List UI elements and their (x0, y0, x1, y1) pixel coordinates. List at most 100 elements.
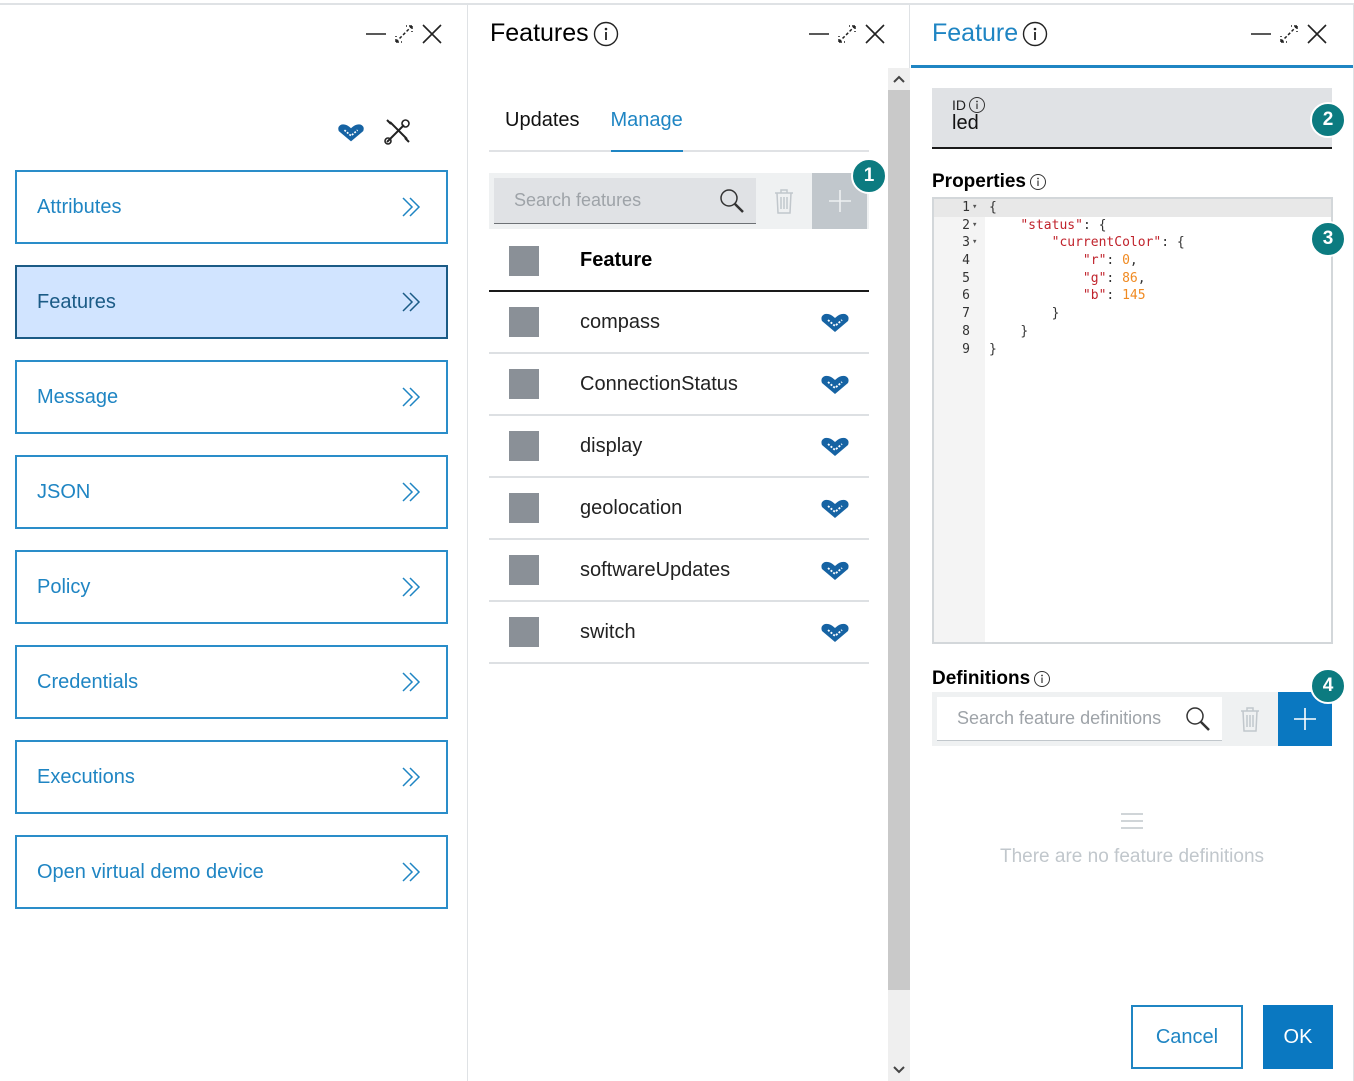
line-number: 8 (962, 323, 970, 339)
bosch-iot-logo-icon (819, 310, 851, 334)
code-text: "r": 0, (1082, 253, 1138, 269)
nav-item-credentials[interactable]: Credentials (15, 645, 448, 719)
fold-arrow-icon[interactable]: ▾ (972, 217, 977, 235)
info-icon[interactable] (1022, 21, 1048, 47)
step-badge: 2 (1310, 102, 1346, 138)
feature-name: compass (580, 310, 661, 333)
panel-title-text: Feature (932, 19, 1019, 47)
code-text: "b": 145 (1082, 288, 1146, 304)
row-checkbox[interactable] (509, 369, 539, 399)
close-icon[interactable] (420, 22, 444, 46)
features-scrollbar[interactable] (888, 68, 910, 1081)
line-number: 9 (962, 341, 970, 357)
delete-definition-button[interactable] (1222, 692, 1278, 746)
nav-item-json[interactable]: JSON (15, 455, 448, 529)
feature-name: ConnectionStatus (580, 372, 738, 395)
code-text: } (989, 341, 997, 357)
id-label-text: ID (952, 97, 966, 113)
row-checkbox[interactable] (509, 493, 539, 523)
table-row[interactable]: display (489, 416, 869, 478)
table-row[interactable]: geolocation (489, 478, 869, 540)
search-icon[interactable] (1184, 705, 1212, 733)
fold-arrow-icon[interactable]: ▾ (972, 234, 977, 252)
nav-item-message[interactable]: Message (15, 360, 448, 434)
editor-line: 7 } (934, 305, 1331, 323)
ok-button[interactable]: OK (1263, 1005, 1333, 1069)
close-icon[interactable] (863, 22, 887, 46)
panel-title-text: Features (490, 19, 589, 47)
line-number: 7 (962, 306, 970, 322)
feature-panel-title: Feature (932, 19, 1048, 48)
properties-json-editor[interactable]: 1 ▾{2 ▾ "status": {3 ▾ "currentColor": {4 "… (932, 197, 1333, 644)
line-number: 1 (962, 200, 970, 215)
line-number: 6 (962, 288, 970, 304)
table-row[interactable]: switch (489, 602, 869, 664)
table-header: Feature (489, 231, 869, 292)
double-chevron-right-icon (402, 387, 421, 407)
table-row[interactable]: ConnectionStatus (489, 354, 869, 416)
table-row[interactable]: compass (489, 292, 869, 354)
info-icon[interactable] (1029, 173, 1047, 191)
maximize-icon[interactable] (835, 22, 859, 46)
nav-item-open-virtual-demo-device[interactable]: Open virtual demo device (15, 835, 448, 909)
editor-line: 5 "g": 86, (934, 270, 1331, 288)
tab-updates[interactable]: Updates (489, 103, 580, 152)
feature-name: softwareUpdates (580, 558, 731, 581)
info-icon[interactable] (1033, 670, 1051, 688)
definitions-toolbar (932, 692, 1332, 746)
search-icon[interactable] (718, 187, 746, 215)
fold-arrow-icon[interactable]: ▾ (972, 199, 977, 217)
row-checkbox[interactable] (509, 617, 539, 647)
info-icon[interactable] (593, 21, 619, 47)
features-toolbar (489, 173, 869, 229)
scroll-up-arrow-icon[interactable] (888, 68, 910, 90)
delete-button[interactable] (756, 173, 812, 229)
search-features-input[interactable] (514, 190, 704, 211)
panel-tools (336, 117, 412, 147)
nav-item-label: Executions (37, 765, 135, 788)
line-number: 5 (962, 270, 970, 286)
row-checkbox[interactable] (509, 307, 539, 337)
scrollbar-thumb[interactable] (888, 90, 910, 990)
id-value: led (952, 112, 979, 134)
minimize-icon[interactable] (807, 22, 831, 46)
maximize-icon[interactable] (392, 22, 416, 46)
nav-list: Attributes Features Message JSON Policy … (15, 170, 448, 930)
close-icon[interactable] (1305, 22, 1329, 46)
select-all-checkbox[interactable] (509, 245, 539, 276)
nav-item-executions[interactable]: Executions (15, 740, 448, 814)
double-chevron-right-icon (402, 577, 421, 597)
row-checkbox[interactable] (509, 431, 539, 461)
tools-icon[interactable] (382, 117, 412, 147)
definitions-heading: Definitions (932, 668, 1051, 690)
bosch-iot-logo-icon (819, 434, 851, 458)
scroll-down-arrow-icon[interactable] (888, 1059, 910, 1081)
code-text: "status": { (1020, 217, 1107, 233)
nav-item-label: Message (37, 385, 119, 408)
search-definitions-input[interactable] (957, 708, 1167, 729)
row-checkbox[interactable] (509, 555, 539, 585)
minimize-icon[interactable] (1249, 22, 1273, 46)
id-field[interactable]: ID led (932, 88, 1332, 149)
trash-icon (775, 189, 793, 214)
nav-item-attributes[interactable]: Attributes (15, 170, 448, 244)
table-row[interactable]: softwareUpdates (489, 540, 869, 602)
line-number: 2 (962, 217, 970, 233)
plus-icon (1294, 708, 1316, 730)
title-underline (911, 65, 1353, 68)
definitions-label: Definitions (932, 668, 1031, 689)
minimize-icon[interactable] (364, 22, 388, 46)
feature-name: switch (580, 620, 636, 643)
feature-name: geolocation (580, 496, 683, 519)
maximize-icon[interactable] (1277, 22, 1301, 46)
cancel-button[interactable]: Cancel (1131, 1005, 1243, 1069)
nav-item-features[interactable]: Features (15, 265, 448, 339)
nav-item-policy[interactable]: Policy (15, 550, 448, 624)
search-features-box (494, 178, 756, 224)
nav-item-label: JSON (37, 480, 91, 503)
code-text: } (1051, 306, 1060, 322)
bosch-iot-logo-icon[interactable] (336, 117, 366, 147)
double-chevron-right-icon (402, 482, 421, 502)
editor-line: 2 ▾ "status": { (934, 217, 1331, 235)
tab-manage[interactable]: Manage (610, 103, 683, 152)
